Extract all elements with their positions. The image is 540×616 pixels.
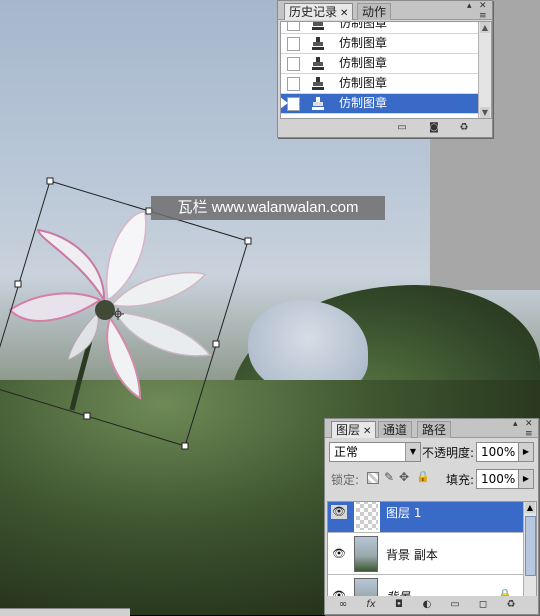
eye-icon[interactable]: 👁 — [331, 505, 347, 519]
blend-mode-value: 正常 — [334, 445, 359, 459]
layers-tabbar: 图层 ✕ 通道 路径 ▴ ✕ ≡ — [325, 419, 538, 439]
close-icon[interactable]: ✕ — [363, 426, 371, 437]
history-item[interactable]: 仿制图章 — [281, 21, 479, 34]
clone-stamp-icon — [312, 57, 324, 70]
scroll-thumb[interactable] — [525, 516, 536, 576]
new-layer-icon[interactable]: ◻ — [477, 599, 489, 610]
tab-history-label: 历史记录 — [289, 5, 338, 19]
collapse-icon[interactable]: ▴ — [467, 1, 472, 11]
tab-actions-label: 动作 — [362, 5, 387, 19]
scroll-up-icon[interactable]: ▲ — [480, 22, 490, 33]
tab-channels-label: 通道 — [383, 423, 408, 437]
panel-menu-icon[interactable]: ≡ — [479, 11, 487, 21]
history-footer: ▭ ◙ ♻ — [278, 119, 492, 137]
mask-icon[interactable]: ◘ — [393, 599, 405, 610]
tab-layers-label: 图层 — [336, 423, 361, 437]
scroll-down-icon[interactable]: ▼ — [480, 107, 490, 118]
layers-panel: 图层 ✕ 通道 路径 ▴ ✕ ≡ 正常 ▼ 不透明度: 100% ▶ 锁定: ✎ … — [324, 418, 539, 615]
clone-stamp-icon — [312, 37, 324, 50]
layer-name: 背景 副本 — [386, 548, 438, 562]
panel-menu-icon[interactable]: ≡ — [525, 429, 533, 439]
history-snapshot-checkbox[interactable] — [287, 77, 300, 91]
lock-image-icon[interactable]: ✎ — [384, 470, 394, 484]
close-panel-icon[interactable]: ✕ — [525, 419, 533, 429]
clone-stamp-icon — [312, 22, 324, 30]
new-document-icon[interactable]: ▭ — [396, 122, 408, 133]
layer-thumbnail — [354, 536, 378, 572]
history-item-selected[interactable]: 仿制图章 — [281, 94, 479, 114]
transform-handle-top-right — [244, 237, 252, 245]
transform-handle-top-left — [46, 177, 54, 185]
clone-stamp-icon — [312, 77, 324, 90]
close-panel-icon[interactable]: ✕ — [479, 1, 487, 11]
tab-paths[interactable]: 路径 — [417, 421, 452, 438]
fill-label: 填充: — [446, 473, 475, 487]
link-icon[interactable]: ∞ — [337, 599, 349, 610]
opacity-field[interactable]: 100% — [476, 442, 522, 462]
lock-label: 锁定: — [331, 473, 360, 487]
eye-icon[interactable]: 👁 — [331, 547, 347, 561]
layer-row-selected[interactable]: 👁 图层 1 — [328, 502, 524, 533]
layer-row[interactable]: 👁 背景 副本 — [328, 534, 524, 575]
history-scrollbar[interactable]: ▲ ▼ — [478, 22, 491, 118]
transform-handle-bottom-right — [181, 442, 189, 450]
opacity-label: 不透明度: — [422, 446, 475, 460]
history-snapshot-checkbox[interactable] — [287, 57, 300, 71]
history-snapshot-checkbox[interactable] — [287, 37, 300, 51]
layer-name: 图层 1 — [386, 506, 422, 520]
lock-all-icon[interactable]: 🔒 — [416, 470, 430, 483]
transform-pivot-icon — [112, 308, 124, 320]
layers-list: 👁 图层 1 👁 背景 副本 👁 背景 🔒 ▲ ▼ — [327, 501, 537, 611]
opacity-value: 100% — [481, 445, 516, 459]
history-item[interactable]: 仿制图章 — [281, 54, 479, 74]
lock-transparent-icon[interactable] — [367, 472, 379, 484]
group-folder-icon[interactable]: ▭ — [449, 599, 461, 610]
history-panel: 历史记录 ✕ 动作 ▴ ✕ ≡ 仿制图章 仿制图章 仿制图章 仿制图章 仿制图章… — [277, 0, 493, 138]
history-tabbar: 历史记录 ✕ 动作 ▴ ✕ ≡ — [278, 1, 492, 21]
scroll-up-icon[interactable]: ▲ — [525, 502, 535, 513]
tab-layers[interactable]: 图层 ✕ — [331, 421, 377, 438]
fill-slider-toggle-icon[interactable]: ▶ — [518, 469, 534, 489]
history-snapshot-checkbox[interactable] — [287, 22, 300, 31]
transform-handle-bottom — [83, 412, 91, 420]
fx-icon[interactable]: fx — [365, 599, 377, 610]
watermark-text: 瓦栏 www.walanwalan.com — [151, 196, 385, 220]
trash-icon[interactable]: ♻ — [505, 599, 517, 610]
history-item-label: 仿制图章 — [339, 76, 388, 90]
close-icon[interactable]: ✕ — [340, 8, 348, 19]
tab-channels[interactable]: 通道 — [378, 421, 413, 438]
history-item-label: 仿制图章 — [339, 56, 388, 70]
transform-handle-left — [14, 280, 22, 288]
layers-scrollbar[interactable]: ▲ ▼ — [523, 502, 536, 610]
adjustment-icon[interactable]: ◐ — [421, 599, 433, 610]
transform-handle-right — [212, 340, 220, 348]
history-item[interactable]: 仿制图章 — [281, 74, 479, 94]
collapse-icon[interactable]: ▴ — [513, 419, 518, 429]
trash-icon[interactable]: ♻ — [458, 122, 470, 133]
history-list: 仿制图章 仿制图章 仿制图章 仿制图章 仿制图章 ▲ ▼ — [280, 21, 492, 119]
tab-paths-label: 路径 — [422, 423, 447, 437]
lock-position-icon[interactable]: ✥ — [399, 470, 409, 484]
layers-footer: ∞ fx ◘ ◐ ▭ ◻ ♻ — [325, 596, 538, 614]
clone-stamp-icon — [312, 97, 324, 110]
snapshot-camera-icon[interactable]: ◙ — [428, 122, 440, 133]
history-item-label: 仿制图章 — [339, 21, 388, 30]
layer-thumbnail-transparent — [354, 502, 380, 532]
fill-value: 100% — [481, 472, 516, 486]
fill-field[interactable]: 100% — [476, 469, 522, 489]
history-snapshot-checkbox[interactable] — [287, 97, 300, 111]
history-item-label: 仿制图章 — [339, 96, 388, 110]
tab-actions[interactable]: 动作 — [357, 3, 392, 20]
history-item[interactable]: 仿制图章 — [281, 34, 479, 54]
opacity-slider-toggle-icon[interactable]: ▶ — [518, 442, 534, 462]
history-item-label: 仿制图章 — [339, 36, 388, 50]
tab-history[interactable]: 历史记录 ✕ — [284, 3, 354, 20]
chevron-down-icon[interactable]: ▼ — [405, 443, 420, 461]
blend-mode-select[interactable]: 正常 ▼ — [329, 442, 421, 462]
